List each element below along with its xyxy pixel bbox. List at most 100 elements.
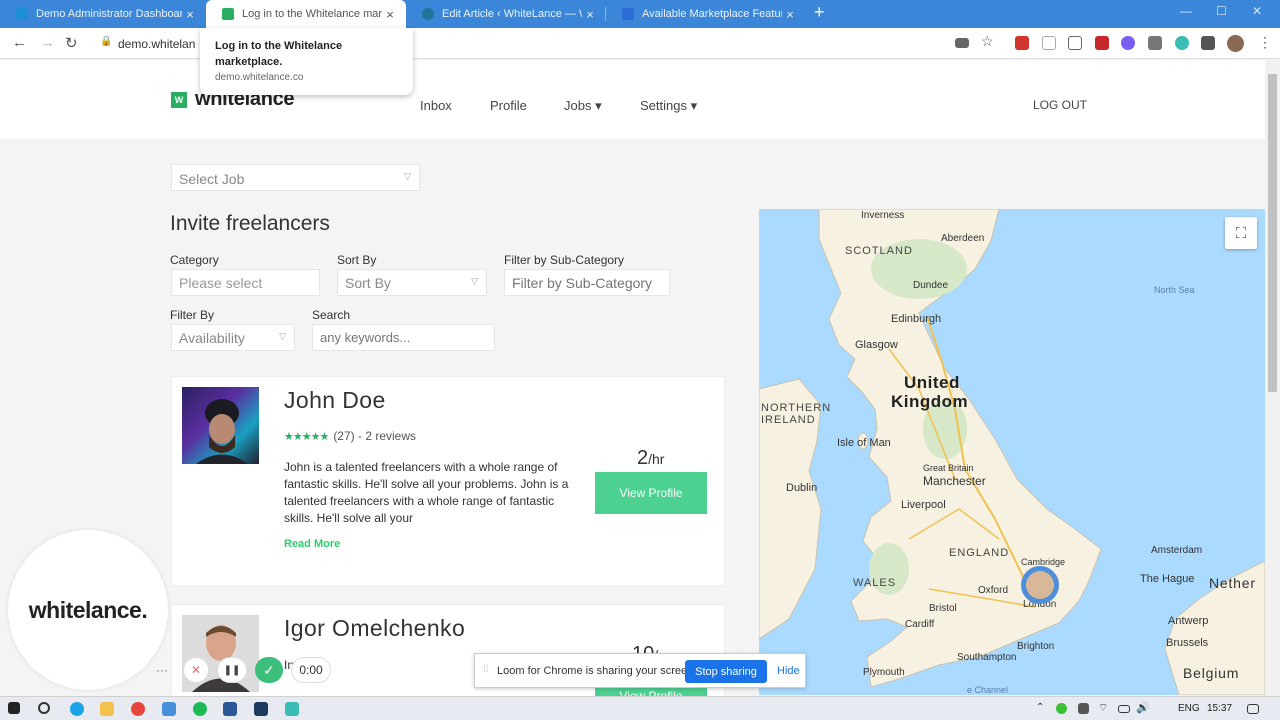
- volume-icon[interactable]: 🔊: [1136, 701, 1150, 715]
- camera-icon[interactable]: [955, 38, 969, 48]
- map-label: Brighton: [1017, 641, 1055, 652]
- tray-green-icon[interactable]: [1056, 703, 1067, 714]
- close-window-icon[interactable]: ✕: [1252, 4, 1262, 18]
- close-tab-icon[interactable]: ×: [582, 7, 598, 22]
- maximize-icon[interactable]: ☐: [1216, 4, 1227, 18]
- loom-cancel-button[interactable]: ✕: [183, 657, 209, 683]
- stop-sharing-button[interactable]: Stop sharing: [685, 660, 767, 683]
- screenshot-extension-icon[interactable]: [1068, 36, 1082, 50]
- color-extension-icon[interactable]: [1121, 36, 1135, 50]
- back-arrow-icon[interactable]: ←: [12, 34, 27, 51]
- pdf-extension-icon[interactable]: [1095, 36, 1109, 50]
- map-label: Bristol: [929, 603, 957, 614]
- rate-value: 2: [637, 447, 649, 469]
- freelancer-map-pin[interactable]: [1021, 566, 1059, 604]
- sortby-select[interactable]: Sort By ▽: [337, 269, 487, 296]
- windows-taskbar: ⌃ ⌔ 🔊 ENG 15:37: [0, 696, 1280, 720]
- page-scrollbar[interactable]: [1265, 60, 1280, 696]
- logout-link[interactable]: LOG OUT: [1033, 98, 1087, 112]
- map-label: Antwerp: [1168, 615, 1209, 627]
- admin-favicon-icon: [16, 8, 28, 20]
- close-tab-icon[interactable]: ×: [382, 7, 398, 22]
- chrome-icon[interactable]: [131, 702, 145, 716]
- nav-profile[interactable]: Profile: [490, 98, 527, 113]
- skype-icon[interactable]: [70, 702, 84, 716]
- drag-handle-icon[interactable]: ⁞⁞: [483, 664, 489, 675]
- forward-arrow-icon[interactable]: →: [40, 34, 55, 51]
- loom-pause-button[interactable]: ❚❚: [217, 657, 247, 683]
- new-tab-button[interactable]: +: [814, 2, 825, 23]
- freelancer-name[interactable]: John Doe: [284, 387, 386, 414]
- word-icon[interactable]: [223, 702, 237, 716]
- search-icon[interactable]: [38, 702, 50, 714]
- close-tab-icon[interactable]: ×: [782, 7, 798, 22]
- app-icon[interactable]: [162, 702, 176, 716]
- tab-marketplace-features[interactable]: Available Marketplace Features ×: [606, 0, 806, 28]
- whitelance-favicon-icon: [222, 8, 234, 20]
- lock-icon: 🔒: [100, 36, 113, 47]
- bookmark-star-icon[interactable]: ☆: [981, 33, 995, 49]
- page-title: Invite freelancers: [170, 212, 330, 235]
- extension-red-icon[interactable]: [1015, 36, 1029, 50]
- loom-extension-icon[interactable]: [1175, 36, 1189, 50]
- tray-chevron-up-icon[interactable]: ⌃: [1036, 702, 1050, 716]
- reload-icon[interactable]: ↻: [65, 34, 78, 52]
- view-profile-button[interactable]: View Profile: [595, 472, 707, 514]
- file-explorer-icon[interactable]: [100, 702, 114, 716]
- close-tab-icon[interactable]: ×: [182, 7, 198, 22]
- category-select[interactable]: Please select: [171, 269, 320, 296]
- map-label: ENGLAND: [949, 547, 1010, 559]
- select-job-value: Select Job: [179, 171, 245, 187]
- shield-extension-icon[interactable]: [1042, 36, 1056, 50]
- notifications-icon[interactable]: [1247, 704, 1259, 714]
- filterby-value: Availability: [179, 330, 245, 346]
- extensions-puzzle-icon[interactable]: [1201, 36, 1215, 50]
- spotify-icon[interactable]: [193, 702, 207, 716]
- chrome-menu-icon[interactable]: ⋮: [1258, 34, 1272, 51]
- freelancer-map[interactable]: Inverness Aberdeen SCOTLAND Dundee North…: [759, 209, 1265, 695]
- tab-tooltip: Log in to the Whitelance marketplace. de…: [200, 28, 413, 95]
- scrollbar-thumb[interactable]: [1268, 74, 1277, 392]
- fullscreen-button[interactable]: ⛶: [1225, 217, 1257, 249]
- filterby-select[interactable]: Availability ▽: [171, 324, 295, 351]
- select-job-dropdown[interactable]: Select Job ▽: [171, 164, 420, 191]
- subcategory-input[interactable]: [504, 269, 670, 296]
- map-label: United: [904, 373, 960, 392]
- tooltip-title: Log in to the Whitelance marketplace.: [215, 40, 343, 68]
- terminal-icon[interactable]: [254, 702, 268, 716]
- freelancer-name[interactable]: Igor Omelchenko: [284, 615, 465, 642]
- search-label: Search: [312, 308, 351, 322]
- loom-camera-bubble[interactable]: whitelance.: [8, 530, 168, 690]
- map-label: Dundee: [913, 280, 949, 291]
- profile-avatar[interactable]: [1227, 35, 1244, 52]
- nav-settings[interactable]: Settings ▾: [640, 98, 697, 114]
- map-label: Aberdeen: [941, 233, 985, 244]
- search-input[interactable]: [312, 324, 495, 351]
- filterby-label: Filter By: [170, 308, 215, 322]
- map-label: Manchester: [923, 474, 986, 488]
- tab-login-whitelance[interactable]: Log in to the Whitelance market ×: [206, 0, 406, 28]
- chevron-down-icon: ▽: [279, 331, 286, 341]
- loom-done-button[interactable]: ✓: [255, 657, 283, 683]
- minimize-icon[interactable]: —: [1180, 4, 1192, 18]
- battery-icon[interactable]: [1118, 705, 1130, 713]
- site-header: W whitelance Inbox Profile Jobs ▾ Settin…: [0, 60, 1265, 139]
- freelancer-avatar[interactable]: [182, 387, 259, 464]
- extension-grey-icon[interactable]: [1148, 36, 1162, 50]
- read-more-link[interactable]: Read More: [284, 538, 340, 550]
- tab-admin-dashboard[interactable]: Demo Administrator Dashboard ×: [0, 0, 206, 28]
- tray-app-icon[interactable]: [1078, 703, 1089, 714]
- language-indicator[interactable]: ENG: [1178, 703, 1200, 714]
- nav-inbox[interactable]: Inbox: [420, 98, 452, 113]
- hide-button[interactable]: Hide: [777, 665, 800, 677]
- map-label: Kingdom: [891, 392, 969, 411]
- slack-icon[interactable]: [285, 702, 299, 716]
- windows-start-icon[interactable]: [8, 702, 20, 714]
- nav-jobs[interactable]: Jobs ▾: [564, 98, 602, 114]
- loom-more-button[interactable]: ···: [150, 657, 174, 683]
- tab-edit-article[interactable]: Edit Article ‹ WhiteLance — Wor ×: [406, 0, 606, 28]
- browser-tab-strip: Demo Administrator Dashboard × Log in to…: [0, 0, 1280, 28]
- wifi-icon[interactable]: ⌔: [1098, 701, 1112, 715]
- tab-title: Available Marketplace Features: [642, 8, 782, 20]
- clock[interactable]: 15:37: [1207, 703, 1232, 714]
